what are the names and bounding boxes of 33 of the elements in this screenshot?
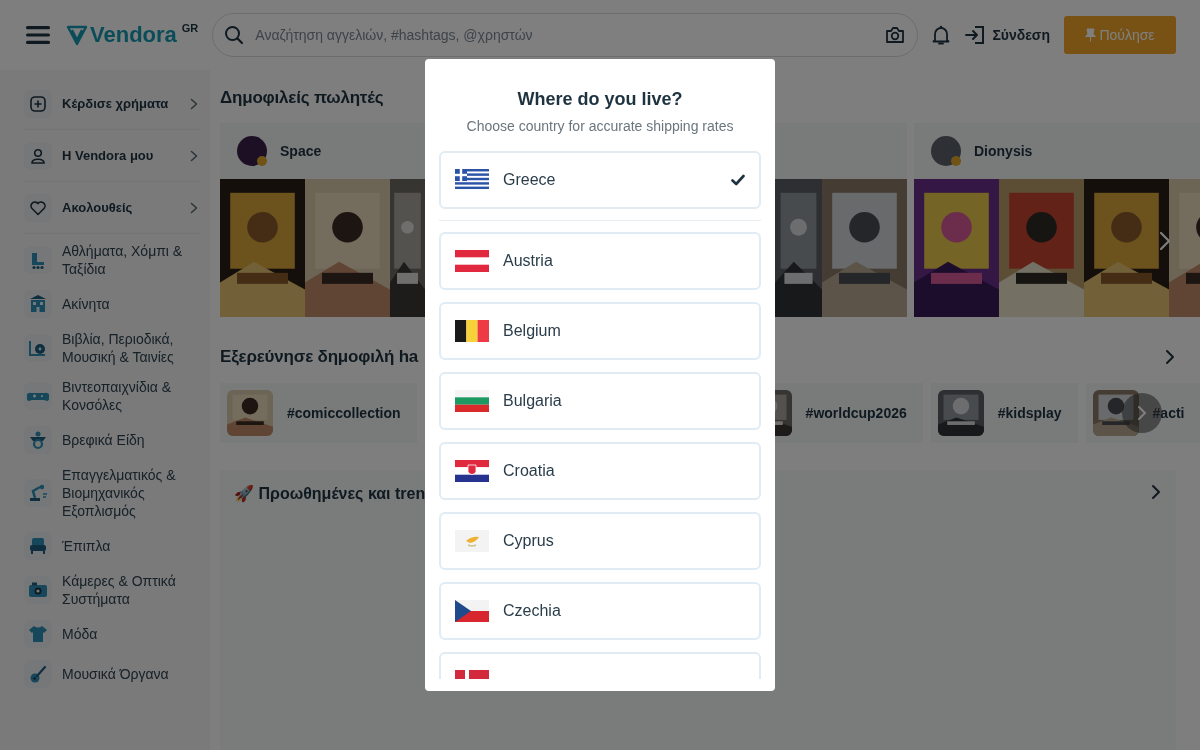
category-item[interactable]: Βιβλία, Περιοδικά, Μουσική & Ταινίες [24, 330, 200, 366]
country-option[interactable]: Czechia [439, 582, 761, 640]
region-label: GR [181, 22, 199, 34]
category-item[interactable]: Μόδα [24, 620, 200, 648]
category-item[interactable]: Έπιπλα [24, 532, 200, 560]
category-item[interactable]: Μουσικά Όργανα [24, 660, 200, 688]
country-option[interactable]: Bulgaria [439, 372, 761, 430]
sidebar-menu-item[interactable]: Κέρδισε χρήματα [24, 78, 200, 130]
hashtag-chip[interactable]: #comiccollection [220, 383, 417, 443]
country-option[interactable]: Greece [439, 151, 761, 209]
sidebar-menu-item[interactable]: Ακολουθείς [24, 182, 200, 234]
seller-name: Space [280, 143, 322, 159]
country-option[interactable]: Cyprus [439, 512, 761, 570]
category-item[interactable]: Επαγγελματικός & Βιομηχανικός Εξοπλισμός [24, 466, 200, 520]
category-item[interactable]: Βρεφικά Είδη [24, 426, 200, 454]
country-option[interactable]: Croatia [439, 442, 761, 500]
login-button[interactable]: Σύνδεση [964, 24, 1050, 46]
section-title: Δημοφιλείς πωλητές [220, 88, 384, 108]
search-field[interactable]: Αναζήτηση αγγελιών, #hashtags, @χρηστών [212, 13, 919, 57]
category-item[interactable]: Αθλήματα, Χόμπι & Ταξίδια [24, 242, 200, 278]
category-item[interactable]: Κάμερες & Οπτικά Συστήματα [24, 572, 200, 608]
country-option[interactable]: Belgium [439, 302, 761, 360]
section-title: Εξερεύνησε δημοφιλή ha [220, 347, 419, 367]
sidebar-menu-item[interactable]: Η Vendora μου [24, 130, 200, 182]
hashtag-chip[interactable]: #acti [1085, 383, 1200, 443]
country-option[interactable]: Austria [439, 232, 761, 290]
logo[interactable]: Vendora [66, 22, 177, 48]
category-item[interactable]: Ακίνητα [24, 290, 200, 318]
section-title: 🚀 Προωθημένες και tren [234, 484, 426, 504]
category-item[interactable]: Βιντεοπαιχνίδια & Κονσόλες [24, 378, 200, 414]
hashtag-chip[interactable]: #kidsplay [930, 383, 1078, 443]
seller-name: Dionysis [974, 143, 1033, 159]
dialog-title: Where do you live? [516, 89, 684, 110]
